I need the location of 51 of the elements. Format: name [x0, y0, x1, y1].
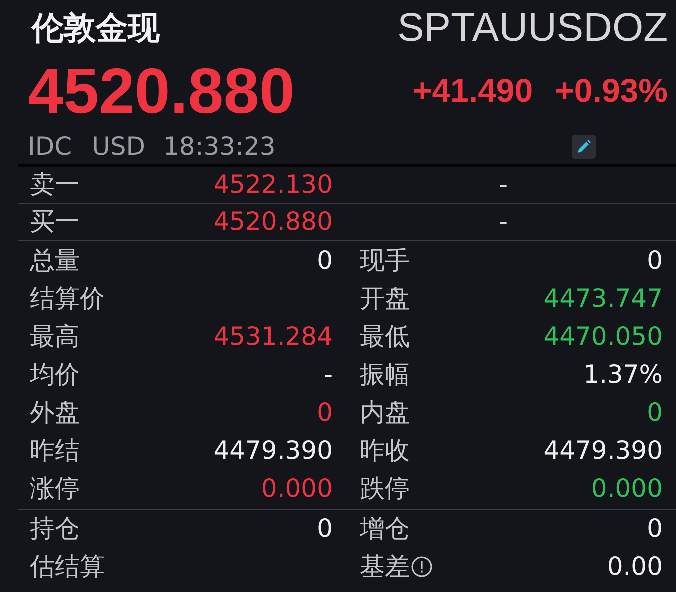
- stat-label: 昨结: [30, 435, 80, 468]
- row-label: 卖一: [30, 169, 81, 202]
- edit-button[interactable]: [572, 135, 596, 159]
- stat-label: 开盘: [360, 283, 410, 316]
- stat-label: 均价: [30, 359, 80, 392]
- stat-label: 基差: [360, 551, 410, 584]
- currency: USD: [92, 131, 146, 164]
- stat-label: 振幅: [360, 359, 410, 392]
- stat-value: 1.37%: [584, 359, 663, 392]
- data-source: IDC: [28, 131, 72, 164]
- stat-value: 0.000: [591, 473, 663, 506]
- row-label: 买一: [30, 206, 81, 238]
- stat-value: 0.00: [607, 551, 663, 584]
- stat-label: 外盘: [30, 397, 80, 430]
- stat-value: 0.000: [261, 473, 333, 506]
- percent-change: +0.93%: [555, 71, 668, 112]
- stat-value: 0: [317, 513, 333, 546]
- stat-value: 0: [647, 245, 663, 278]
- stat-label: 昨收: [360, 435, 410, 468]
- info-icon[interactable]: [411, 556, 433, 578]
- stat-label: 估结算: [30, 551, 105, 584]
- stat-label: 内盘: [360, 397, 410, 430]
- stat-value: 0: [647, 513, 663, 546]
- quote-time: 18:33:23: [164, 131, 276, 164]
- bid-ask-price: 4520.880: [212, 206, 333, 238]
- stat-label: 最低: [360, 321, 410, 354]
- bid-ask-volume: -: [498, 169, 508, 202]
- bid-ask-volume: -: [498, 206, 508, 238]
- stat-label: 现手: [360, 245, 410, 278]
- stat-label: 总量: [30, 245, 80, 278]
- stat-value: 4531.284: [214, 321, 333, 354]
- instrument-name: 伦敦金现: [32, 8, 160, 49]
- stat-value: 0: [317, 397, 333, 430]
- bid-ask-price: 4522.130: [212, 169, 333, 202]
- stat-label: 结算价: [30, 283, 105, 316]
- last-price: 4520.880: [28, 56, 295, 126]
- stat-label: 持仓: [30, 513, 80, 546]
- stat-value: 4479.390: [544, 435, 663, 468]
- price-change: +41.490: [412, 71, 534, 112]
- stat-value: 4473.747: [544, 283, 663, 316]
- stat-value: 0: [647, 397, 663, 430]
- stat-label: 增仓: [360, 513, 410, 546]
- stat-value: 4470.050: [544, 321, 663, 354]
- stat-label: 跌停: [360, 473, 410, 506]
- instrument-symbol: SPTAUUSDOZ: [398, 6, 668, 50]
- stat-label: 最高: [30, 321, 80, 354]
- stat-value: 4479.390: [214, 435, 333, 468]
- stat-value: 0: [317, 245, 333, 278]
- pencil-icon: [576, 139, 592, 155]
- stat-label: 涨停: [30, 473, 80, 506]
- stat-value: -: [324, 359, 333, 392]
